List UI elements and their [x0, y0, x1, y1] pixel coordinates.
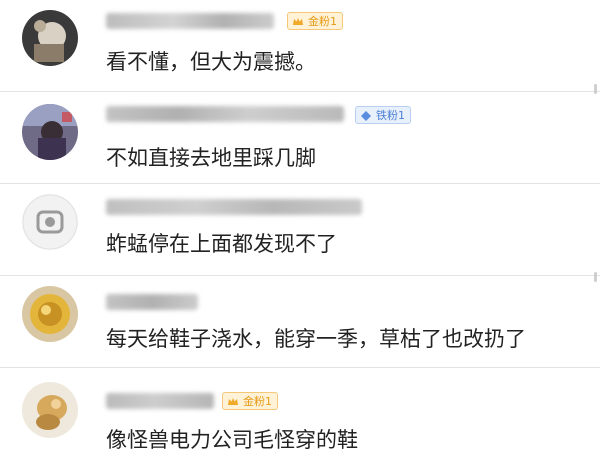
comment-item[interactable]: 铁粉1 不如直接去地里踩几脚: [0, 92, 600, 184]
fan-badge[interactable]: 金粉1: [222, 392, 278, 410]
crown-icon: [293, 18, 303, 25]
username-redacted[interactable]: [106, 294, 198, 310]
scrollbar-marker: [594, 272, 597, 282]
badge-label: 金粉1: [308, 15, 337, 28]
comment-list: 金粉1 看不懂，但大为震撼。 铁粉1 不如直接去地里踩几脚 蚱蜢停在上面都发现不…: [0, 0, 600, 463]
username-redacted[interactable]: [106, 393, 214, 409]
comment-text: 蚱蜢停在上面都发现不了: [106, 232, 337, 256]
comment-text: 看不懂，但大为震撼。: [106, 50, 316, 74]
scrollbar-marker: [594, 84, 597, 94]
username-redacted[interactable]: [106, 13, 274, 29]
avatar[interactable]: [22, 382, 78, 438]
avatar[interactable]: [22, 194, 78, 250]
crown-icon: [228, 398, 238, 405]
avatar[interactable]: [22, 104, 78, 160]
comment-text: 每天给鞋子浇水，能穿一季，草枯了也改扔了: [106, 327, 526, 351]
comment-item[interactable]: 蚱蜢停在上面都发现不了: [0, 184, 600, 276]
badge-label: 铁粉1: [376, 109, 405, 122]
comment-item[interactable]: 金粉1 像怪兽电力公司毛怪穿的鞋: [0, 368, 600, 463]
diamond-icon: [361, 111, 371, 121]
badge-label: 金粉1: [243, 395, 272, 408]
username-redacted[interactable]: [106, 199, 362, 215]
fan-badge[interactable]: 铁粉1: [355, 106, 411, 124]
comment-text: 像怪兽电力公司毛怪穿的鞋: [106, 428, 358, 452]
comment-text: 不如直接去地里踩几脚: [106, 146, 316, 170]
comment-item[interactable]: 金粉1 看不懂，但大为震撼。: [0, 0, 600, 92]
avatar[interactable]: [22, 286, 78, 342]
username-redacted[interactable]: [106, 106, 344, 122]
fan-badge[interactable]: 金粉1: [287, 12, 343, 30]
avatar[interactable]: [22, 10, 78, 66]
comment-item[interactable]: 每天给鞋子浇水，能穿一季，草枯了也改扔了: [0, 276, 600, 368]
